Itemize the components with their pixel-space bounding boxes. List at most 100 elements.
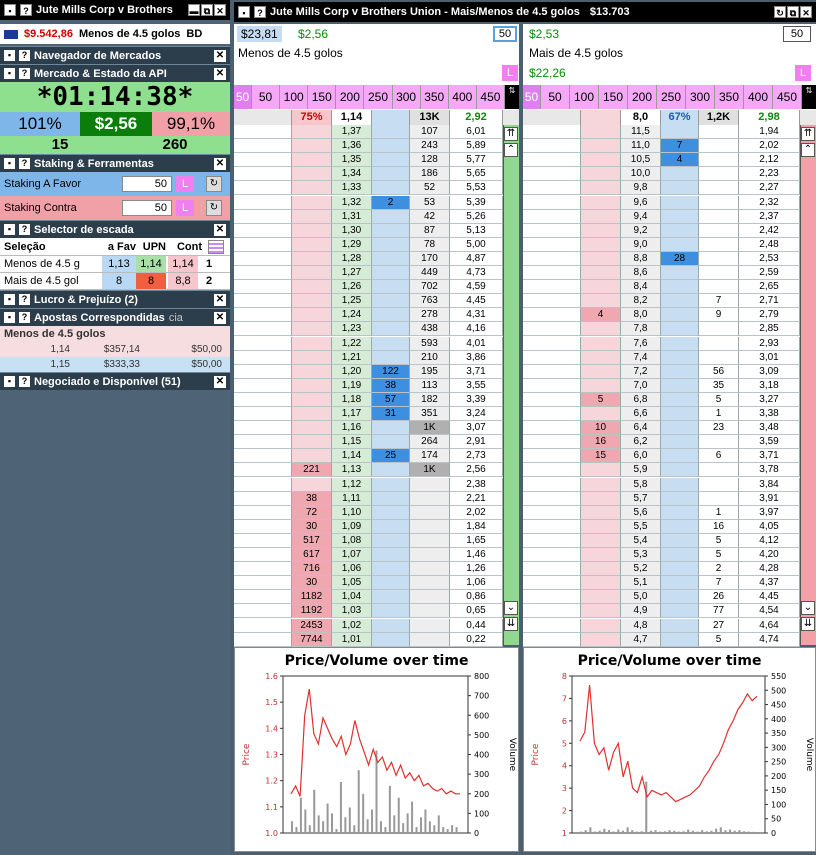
price-cell[interactable]: 5,9 — [621, 463, 661, 478]
back-order-cell[interactable] — [661, 308, 699, 323]
stake-button[interactable]: 400 — [744, 85, 773, 109]
price-cell[interactable]: 1,22 — [332, 336, 372, 351]
section-matched-bets[interactable]: ▪? Apostas Correspondidas cia ✕ — [0, 308, 230, 326]
back-order-cell[interactable] — [372, 266, 410, 281]
lay-volume-cell[interactable] — [292, 336, 332, 351]
lay-volume-cell[interactable] — [292, 167, 332, 182]
price-cell[interactable]: 1,15 — [332, 435, 372, 450]
scroll-top-icon[interactable]: ⇈ — [504, 127, 518, 141]
price-cell[interactable]: 1,21 — [332, 350, 372, 365]
price-cell[interactable]: 6,0 — [621, 449, 661, 464]
close-icon[interactable]: ✕ — [214, 158, 226, 170]
back-order-cell[interactable] — [372, 590, 410, 605]
price-cell[interactable]: 9,8 — [621, 181, 661, 196]
menu-icon[interactable]: ▪ — [4, 376, 15, 387]
price-cell[interactable]: 1,32 — [332, 195, 372, 210]
back-order-cell[interactable] — [661, 604, 699, 619]
lay-volume-cell[interactable] — [292, 392, 332, 407]
price-cell[interactable]: 8,8 — [621, 251, 661, 266]
price-cell[interactable]: 5,7 — [621, 491, 661, 506]
scroll-down-icon[interactable]: ⌄ — [504, 601, 518, 615]
price-cell[interactable]: 8,2 — [621, 294, 661, 309]
price-cell[interactable]: 4,7 — [621, 632, 661, 647]
lay-volume-cell[interactable] — [292, 237, 332, 252]
lay-volume-cell[interactable] — [581, 209, 621, 224]
back-order-cell[interactable] — [372, 350, 410, 365]
back-order-cell[interactable] — [372, 294, 410, 309]
l-button[interactable]: L — [502, 65, 518, 81]
minimize-icon[interactable]: ▬ — [188, 4, 200, 16]
stake-button[interactable]: 50 — [541, 85, 570, 109]
lay-volume-cell[interactable]: 4 — [581, 308, 621, 323]
back-order-cell[interactable] — [372, 562, 410, 577]
lay-volume-cell[interactable]: 1192 — [292, 604, 332, 619]
stake-input[interactable]: 50 — [493, 26, 517, 42]
lay-volume-cell[interactable]: 16 — [581, 435, 621, 450]
back-order-cell[interactable] — [372, 280, 410, 295]
price-cell[interactable]: 7,8 — [621, 322, 661, 337]
lay-volume-cell[interactable] — [581, 266, 621, 281]
lay-volume-cell[interactable]: 30 — [292, 576, 332, 591]
back-order-cell[interactable] — [372, 223, 410, 238]
price-cell[interactable]: 1,23 — [332, 322, 372, 337]
back-order-cell[interactable] — [661, 294, 699, 309]
l-button[interactable]: L — [795, 65, 811, 81]
back-order-cell[interactable] — [372, 308, 410, 323]
price-cell[interactable]: 1,01 — [332, 632, 372, 647]
lay-volume-cell[interactable]: 617 — [292, 548, 332, 563]
stake-button[interactable]: 150 — [308, 85, 337, 109]
back-order-cell[interactable] — [661, 576, 699, 591]
back-order-cell[interactable] — [372, 548, 410, 563]
lay-volume-cell[interactable] — [292, 139, 332, 154]
back-order-cell[interactable] — [372, 505, 410, 520]
price-cell[interactable]: 1,11 — [332, 491, 372, 506]
lay-volume-cell[interactable]: 38 — [292, 491, 332, 506]
price-cell[interactable]: 1,20 — [332, 364, 372, 379]
lay-volume-cell[interactable] — [581, 251, 621, 266]
lay-volume-cell[interactable] — [581, 125, 621, 140]
scroll-top-icon[interactable]: ⇈ — [801, 127, 815, 141]
help-icon[interactable]: ? — [19, 312, 30, 323]
lay-volume-cell[interactable] — [581, 548, 621, 563]
staking-contra-l-button[interactable]: L — [176, 200, 194, 216]
price-cell[interactable]: 1,03 — [332, 604, 372, 619]
right-window-titlebar[interactable]: ▪ ? Jute Mills Corp v Brothers Union - M… — [234, 2, 816, 22]
lay-volume-cell[interactable] — [581, 322, 621, 337]
stake-button[interactable]: 250 — [657, 85, 686, 109]
lay-volume-cell[interactable] — [292, 195, 332, 210]
lay-volume-cell[interactable]: 72 — [292, 505, 332, 520]
help-icon[interactable]: ? — [254, 6, 266, 18]
back-order-cell[interactable] — [372, 336, 410, 351]
stake-button[interactable]: 450 — [773, 85, 802, 109]
price-cell[interactable]: 1,28 — [332, 251, 372, 266]
back-order-cell[interactable]: 38 — [372, 378, 410, 393]
back-order-cell[interactable] — [372, 632, 410, 647]
back-order-cell[interactable] — [661, 421, 699, 436]
close-icon[interactable]: ✕ — [214, 376, 226, 388]
back-order-cell[interactable]: 4 — [661, 153, 699, 168]
close-icon[interactable]: ✕ — [214, 224, 226, 236]
section-market-navigator[interactable]: ▪? Navegador de Mercados ✕ — [0, 46, 230, 64]
ladder-scrollbar[interactable] — [503, 125, 519, 645]
back-order-cell[interactable] — [661, 364, 699, 379]
lay-volume-cell[interactable] — [581, 153, 621, 168]
stake-button[interactable]: 250 — [364, 85, 393, 109]
stake-button[interactable]: 300 — [393, 85, 421, 109]
stake-input[interactable]: 50 — [783, 26, 811, 42]
back-order-cell[interactable]: 28 — [661, 251, 699, 266]
price-cell[interactable]: 1,17 — [332, 407, 372, 422]
stake-button[interactable]: 50 — [234, 85, 252, 109]
close-icon[interactable]: ✕ — [800, 6, 812, 18]
price-cell[interactable]: 9,2 — [621, 223, 661, 238]
price-cell[interactable]: 1,04 — [332, 590, 372, 605]
back-order-cell[interactable] — [372, 519, 410, 534]
lay-volume-cell[interactable] — [292, 251, 332, 266]
back-order-cell[interactable] — [372, 167, 410, 182]
back-order-cell[interactable] — [372, 533, 410, 548]
back-order-cell[interactable] — [661, 477, 699, 492]
price-cell[interactable]: 1,18 — [332, 392, 372, 407]
price-cell[interactable]: 7,6 — [621, 336, 661, 351]
restore-icon[interactable]: ⧉ — [787, 6, 799, 18]
price-cell[interactable]: 9,0 — [621, 237, 661, 252]
help-icon[interactable]: ? — [19, 224, 30, 235]
